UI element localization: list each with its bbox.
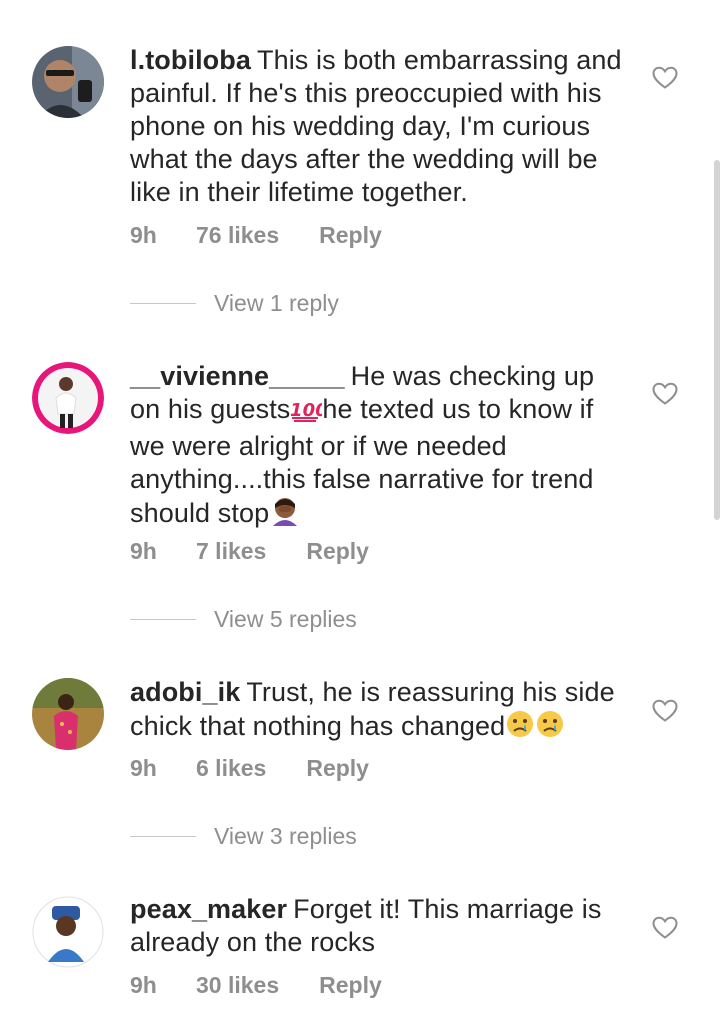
avatar[interactable] — [32, 896, 104, 968]
view-replies-label: View 3 replies — [214, 823, 357, 849]
avatar[interactable] — [32, 362, 104, 434]
comment-text: adobi_ik Trust, he is reassuring his side… — [130, 676, 630, 747]
divider-line — [130, 303, 196, 304]
comment-username[interactable]: l.tobiloba — [130, 45, 251, 75]
divider-line — [130, 619, 196, 620]
view-replies-button[interactable]: View 5 replies — [130, 606, 357, 633]
comment-username[interactable]: adobi_ik — [130, 677, 240, 707]
comment-time: 9h — [130, 222, 157, 248]
scrollbar[interactable] — [714, 160, 720, 520]
comment-time: 9h — [130, 538, 157, 564]
comment-meta: 9h 6 likes Reply — [130, 755, 369, 782]
comment-meta: 9h 30 likes Reply — [130, 972, 382, 999]
heart-icon[interactable] — [652, 66, 678, 90]
heart-icon[interactable] — [652, 699, 678, 723]
comment-time: 9h — [130, 972, 157, 998]
heart-icon[interactable] — [652, 382, 678, 406]
likes-count[interactable]: 6 likes — [196, 755, 266, 782]
user-avatar-icon — [32, 362, 104, 434]
reply-button[interactable]: Reply — [319, 222, 382, 249]
divider-line — [130, 836, 196, 837]
hundred-points-emoji: 100 — [290, 396, 328, 430]
comment-username[interactable]: peax_maker — [130, 894, 287, 924]
facepalm-emoji — [269, 496, 301, 534]
view-replies-button[interactable]: View 3 replies — [130, 823, 357, 850]
view-replies-button[interactable]: View 1 reply — [130, 290, 339, 317]
comment-text: peax_maker Forget it! This marriage is al… — [130, 893, 630, 959]
heart-icon[interactable] — [652, 916, 678, 940]
crying-face-emoji — [535, 709, 565, 747]
comment-time: 9h — [130, 755, 157, 781]
likes-count[interactable]: 76 likes — [196, 222, 279, 249]
reply-button[interactable]: Reply — [319, 972, 382, 999]
comment-meta: 9h 7 likes Reply — [130, 538, 369, 565]
comment-text: __vivienne_____ He was checking up on his… — [130, 360, 630, 534]
user-avatar-icon — [32, 46, 104, 118]
avatar[interactable] — [32, 46, 104, 118]
user-avatar-icon — [32, 678, 104, 750]
view-replies-label: View 1 reply — [214, 290, 339, 316]
likes-count[interactable]: 7 likes — [196, 538, 266, 565]
reply-button[interactable]: Reply — [306, 538, 369, 565]
view-replies-label: View 5 replies — [214, 606, 357, 632]
likes-count[interactable]: 30 likes — [196, 972, 279, 999]
comment-meta: 9h 76 likes Reply — [130, 222, 382, 249]
comment-username[interactable]: __vivienne_____ — [130, 361, 345, 391]
comment-text: l.tobiloba This is both embarrassing and … — [130, 44, 630, 209]
avatar[interactable] — [32, 678, 104, 750]
user-avatar-icon — [32, 896, 104, 968]
crying-face-emoji — [505, 709, 535, 747]
reply-button[interactable]: Reply — [306, 755, 369, 782]
